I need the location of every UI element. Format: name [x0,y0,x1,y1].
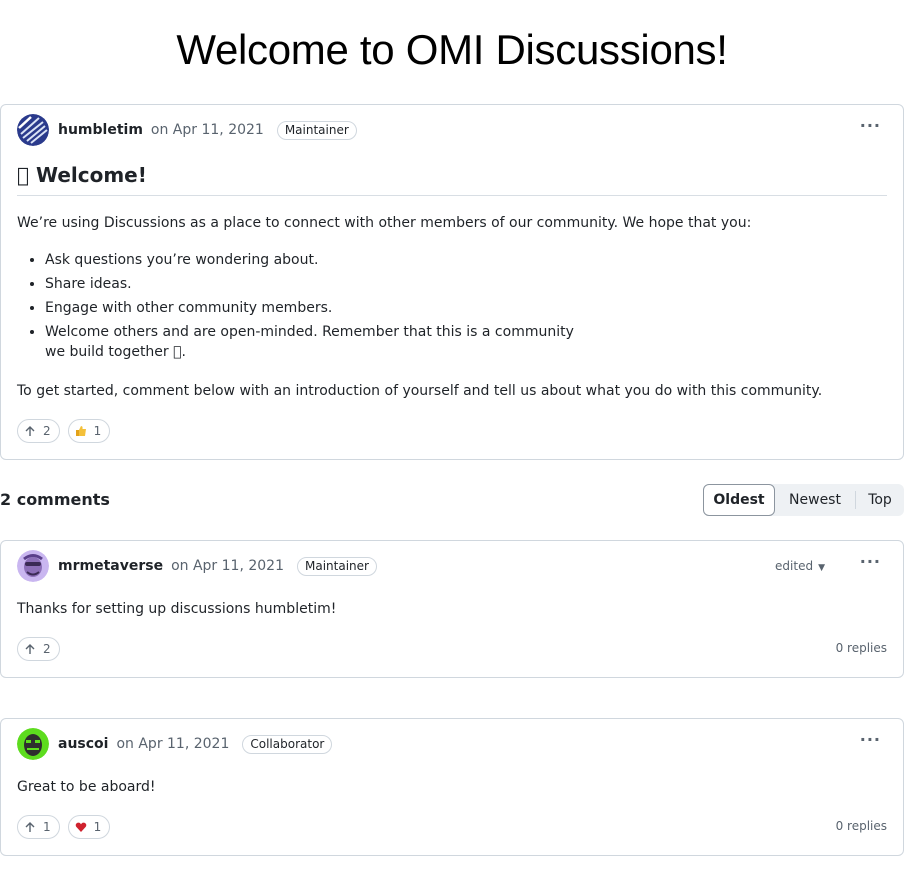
comment: auscoi on Apr 11, 2021 Collaborator ··· … [0,718,904,856]
author-link[interactable]: humbletim [58,122,143,138]
sort-oldest-button[interactable]: Oldest [703,484,775,516]
comments-count: 2 comments [0,490,110,509]
reaction-count: 1 [93,424,102,438]
upvote-button[interactable]: 1 [17,815,60,839]
list-item: Ask questions you’re wondering about. [45,250,585,270]
upvote-count: 1 [43,820,51,834]
avatar[interactable] [17,728,49,760]
post-bullet-list: Ask questions you’re wondering about. Sh… [45,250,585,366]
thumbs-up-reaction-button[interactable]: 1 [67,419,111,443]
list-item: Engage with other community members. [45,298,585,318]
arrow-up-icon [24,425,36,437]
comment-body: Thanks for setting up discussions humble… [17,601,337,617]
caret-down-icon: ▼ [818,563,825,573]
reaction-count: 1 [93,820,102,834]
post-intro: We’re using Discussions as a place to co… [17,215,752,231]
edited-dropdown[interactable]: edited ▼ [775,559,825,573]
comment-header: auscoi on Apr 11, 2021 Collaborator ··· [17,727,887,761]
heart-reaction-button[interactable]: 1 [67,815,111,839]
sort-toggle: Oldest Newest Top [703,484,904,516]
post-date[interactable]: on Apr 11, 2021 [151,122,264,138]
heart-icon [75,821,87,833]
comment-date[interactable]: on Apr 11, 2021 [171,558,284,574]
kebab-horizontal-icon[interactable]: ··· [860,116,881,135]
upvote-count: 2 [43,424,51,438]
replies-count[interactable]: 0 replies [836,641,887,655]
kebab-horizontal-icon[interactable]: ··· [860,730,881,749]
thumbs-up-icon [75,425,87,437]
sort-newest-button[interactable]: Newest [775,484,855,516]
sort-top-button[interactable]: Top [856,484,904,516]
arrow-up-icon [24,643,36,655]
discussion-post: humbletim on Apr 11, 2021 Maintainer ···… [0,104,904,460]
kebab-horizontal-icon[interactable]: ··· [860,552,881,571]
post-outro: To get started, comment below with an in… [17,383,823,399]
list-item: Welcome others and are open-minded. Reme… [45,322,585,362]
comment: mrmetaverse on Apr 11, 2021 Maintainer e… [0,540,904,678]
upvote-button[interactable]: 2 [17,419,60,443]
edited-label: edited [775,559,814,573]
post-reactions: 2 1 [17,419,111,443]
author-link[interactable]: mrmetaverse [58,558,163,574]
upvote-button[interactable]: 2 [17,637,60,661]
comment-reactions: 1 1 [17,815,111,839]
post-title:   Welcome! [17,163,887,196]
comment-body: Great to be aboard! [17,779,156,795]
upvote-count: 2 [43,642,51,656]
comment-header: mrmetaverse on Apr 11, 2021 Maintainer e… [17,549,887,583]
page-title: Welcome to OMI Discussions! [176,26,728,73]
avatar[interactable] [17,550,49,582]
role-badge: Maintainer [276,120,357,140]
list-item: Share ideas. [45,274,585,294]
role-badge: Maintainer [296,556,377,576]
post-header: humbletim on Apr 11, 2021 Maintainer ··· [17,113,887,147]
comment-reactions: 2 [17,637,60,661]
author-link[interactable]: auscoi [58,736,108,752]
comment-date[interactable]: on Apr 11, 2021 [116,736,229,752]
role-badge: Collaborator [242,734,333,754]
arrow-up-icon [24,821,36,833]
replies-count[interactable]: 0 replies [836,819,887,833]
avatar[interactable] [17,114,49,146]
